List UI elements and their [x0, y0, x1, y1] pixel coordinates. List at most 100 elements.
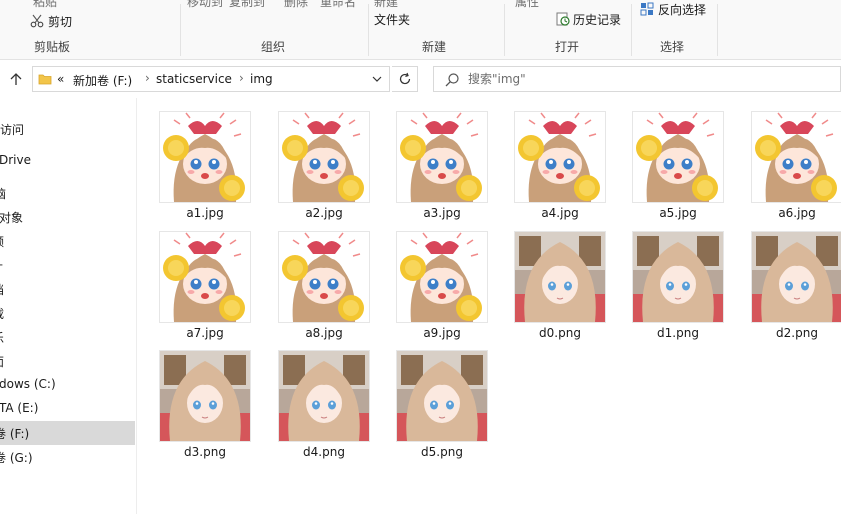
breadcrumb-staticservice[interactable]: staticservice [156, 72, 232, 86]
file-item[interactable]: d2.png [747, 218, 841, 340]
sidebar-item-music[interactable]: 乐 [0, 325, 135, 349]
search-icon [445, 73, 459, 87]
sidebar-item-onedrive[interactable]: Drive [0, 149, 135, 173]
file-item[interactable]: a6.jpg [747, 98, 841, 220]
sidebar-item-videos[interactable]: 频 [0, 229, 135, 253]
file-thumbnail [752, 112, 841, 202]
file-thumbnail [633, 112, 723, 202]
cut-button[interactable]: 剪切 [48, 13, 72, 30]
sidebar-item-label: 对象 [0, 211, 24, 225]
sidebar-item-label: dows (C:) [0, 377, 56, 391]
open-group: 属性 历史记录 打开 [505, 0, 631, 60]
file-item[interactable]: a2.jpg [274, 98, 374, 220]
chibi-thumbnail-image [397, 232, 487, 322]
breadcrumb-overflow[interactable]: « [57, 72, 64, 86]
file-item[interactable]: a5.jpg [628, 98, 728, 220]
file-name: d4.png [303, 445, 345, 459]
sidebar-item-label: 卷 (F:) [0, 427, 30, 441]
file-item[interactable]: d0.png [510, 218, 610, 340]
scissors-icon [30, 14, 44, 28]
folder-icon [38, 74, 52, 85]
copy-to-button[interactable]: 复制到 [229, 0, 265, 10]
file-item[interactable]: a1.jpg [155, 98, 255, 220]
invert-selection-button[interactable]: 反向选择 [658, 1, 706, 18]
file-thumbnail [397, 112, 487, 202]
file-item[interactable]: d5.png [392, 337, 492, 459]
sidebar-item-drive-e[interactable]: TA (E:) [0, 397, 135, 421]
rename-button[interactable]: 重命名 [320, 0, 356, 10]
chibi-thumbnail-image [633, 112, 723, 202]
breadcrumb-img[interactable]: img [250, 72, 273, 86]
sidebar-item-this-pc[interactable]: 脑 [0, 181, 135, 205]
address-history-dropdown[interactable] [367, 69, 387, 89]
sidebar-item-desktop[interactable]: 面 [0, 349, 135, 373]
file-thumbnail [279, 112, 369, 202]
sidebar-item-drive-g[interactable]: 卷 (G:) [0, 445, 135, 469]
breadcrumb-drive[interactable]: 新加卷 (F:) [73, 72, 132, 89]
file-thumbnail [279, 232, 369, 322]
sidebar-item-documents[interactable]: 档 [0, 277, 135, 301]
sidebar-item-quick-access[interactable]: 访问 [0, 117, 135, 141]
address-bar[interactable]: « 新加卷 (F:) › staticservice › img [32, 66, 390, 92]
file-name: d1.png [657, 326, 699, 340]
sidebar-item-drive-f[interactable]: 卷 (F:) [0, 421, 135, 445]
new-item-button[interactable]: 新建 [374, 0, 398, 10]
portrait-thumbnail-image [752, 232, 841, 322]
sidebar-item-3d-objects[interactable]: 对象 [0, 205, 135, 229]
history-button[interactable]: 历史记录 [573, 11, 621, 28]
portrait-thumbnail-image [633, 232, 723, 322]
delete-button[interactable]: 删除 [284, 0, 308, 10]
sidebar-item-label: 面 [0, 353, 4, 370]
chibi-thumbnail-image [397, 112, 487, 202]
chibi-thumbnail-image [160, 112, 250, 202]
breadcrumb-separator[interactable]: › [239, 71, 244, 85]
move-to-button[interactable]: 移动到 [187, 0, 223, 10]
file-item[interactable]: d1.png [628, 218, 728, 340]
chibi-thumbnail-image [752, 112, 841, 202]
file-name: d2.png [776, 326, 818, 340]
clipboard-group-label: 剪贴板 [34, 40, 71, 54]
chibi-thumbnail-image [515, 112, 605, 202]
sidebar-item-downloads[interactable]: 载 [0, 301, 135, 325]
breadcrumb-separator[interactable]: › [145, 71, 150, 85]
file-item[interactable]: a4.jpg [510, 98, 610, 220]
history-icon [556, 12, 570, 26]
file-thumbnail [160, 232, 250, 322]
portrait-thumbnail-image [279, 351, 369, 441]
sidebar-item-label: 十 [0, 257, 3, 274]
file-item[interactable]: a9.jpg [392, 218, 492, 340]
chevron-down-icon [372, 76, 382, 82]
file-thumbnail [397, 232, 487, 322]
sidebar-item-label: 档 [0, 281, 4, 298]
sidebar-item-label: TA (E:) [0, 401, 39, 415]
file-item[interactable]: d3.png [155, 337, 255, 459]
organize-group: 移动到 复制到 删除 重命名 组织 [181, 0, 368, 60]
organize-group-label: 组织 [261, 40, 286, 54]
sidebar-item-pictures[interactable]: 十 [0, 253, 135, 277]
search-input[interactable] [468, 70, 828, 88]
sidebar-item-label: Drive [0, 153, 31, 167]
file-item[interactable]: d4.png [274, 337, 374, 459]
new-folder-button[interactable]: 文件夹 [374, 11, 410, 28]
search-box[interactable] [433, 66, 841, 92]
file-thumbnail [515, 112, 605, 202]
refresh-button[interactable] [392, 66, 418, 92]
paste-button[interactable]: 粘贴 [33, 0, 57, 10]
properties-button[interactable]: 属性 [515, 0, 539, 10]
file-item[interactable]: a8.jpg [274, 218, 374, 340]
file-name: d5.png [421, 445, 463, 459]
open-group-label: 打开 [555, 40, 580, 54]
select-group: 反向选择 选择 [632, 0, 717, 60]
file-item[interactable]: a7.jpg [155, 218, 255, 340]
file-item[interactable]: a3.jpg [392, 98, 492, 220]
chibi-thumbnail-image [160, 232, 250, 322]
new-group: 新建 文件夹 新建 [369, 0, 504, 60]
navigation-pane: 访问 Drive 脑 对象 频 十 档 载 乐 面 dows (C:) TA (… [0, 98, 137, 514]
sidebar-item-label: 访问 [0, 123, 25, 137]
chibi-thumbnail-image [279, 112, 369, 202]
file-thumbnail [160, 112, 250, 202]
up-button[interactable] [6, 69, 26, 89]
sidebar-item-drive-c[interactable]: dows (C:) [0, 373, 135, 397]
file-thumbnail [633, 232, 723, 322]
file-thumbnail [397, 351, 487, 441]
